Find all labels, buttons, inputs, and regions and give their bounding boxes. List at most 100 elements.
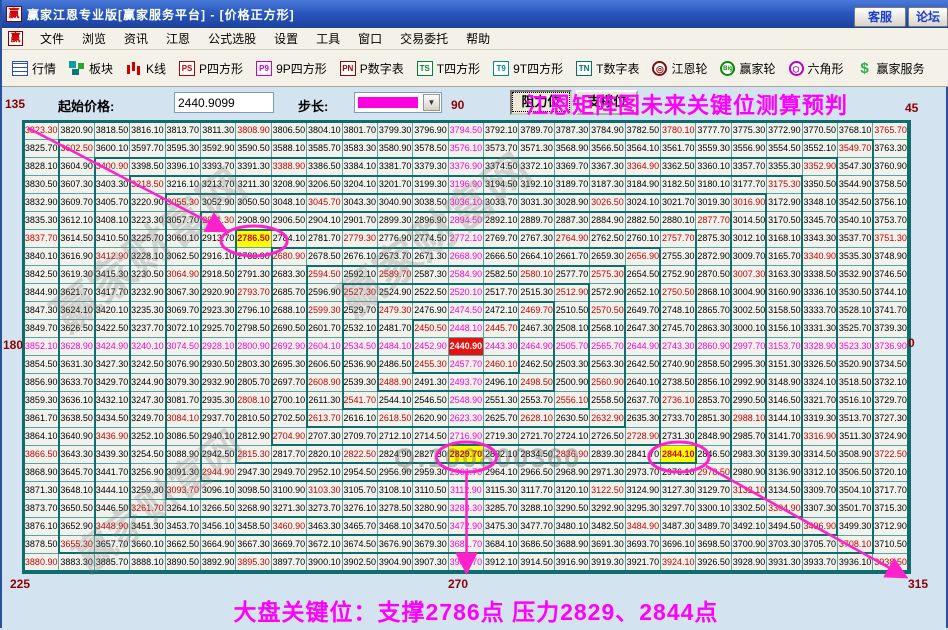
gann-price-square[interactable]: 3823.303820.903818.503816.103813.703811.… <box>22 120 911 574</box>
matrix-cell: 2587.30 <box>413 266 448 284</box>
matrix-cell: 2851.30 <box>696 410 731 428</box>
matrix-cell: 3686.50 <box>519 536 554 554</box>
matrix-cell: 3280.90 <box>413 500 448 518</box>
matrix-cell: 3852.10 <box>24 338 59 356</box>
toolbar-button-行情[interactable]: 行情 <box>12 60 56 77</box>
menu-item-帮助[interactable]: 帮助 <box>457 27 499 50</box>
toolbar-button-P四方形[interactable]: PSP四方形 <box>179 60 243 77</box>
forum-button[interactable]: 论坛 <box>908 7 948 27</box>
matrix-cell: 2678.50 <box>307 248 342 266</box>
matrix-cell: 2532.10 <box>343 320 378 338</box>
matrix-cell: 3832.90 <box>24 194 59 212</box>
matrix-cell: 3477.70 <box>519 518 554 536</box>
matrix-cell: 2618.50 <box>378 410 413 428</box>
toolbar-button-K线[interactable]: K线 <box>126 60 166 77</box>
toolbar-button-T数字表[interactable]: TNT数字表 <box>576 60 639 77</box>
toolbar-button-江恩轮[interactable]: ◎江恩轮 <box>652 60 707 77</box>
matrix-cell: 3290.50 <box>555 500 590 518</box>
matrix-cell: 3127.30 <box>661 482 696 500</box>
matrix-cell: 3088.90 <box>166 446 201 464</box>
menu-item-交易委托[interactable]: 交易委托 <box>391 27 457 50</box>
matrix-cell: 3811.30 <box>201 122 236 140</box>
toolbar-button-赢家轮[interactable]: Big赢家轮 <box>720 60 775 77</box>
center-cell: 2440.90 <box>449 338 484 356</box>
matrix-cell: 3153.70 <box>767 338 802 356</box>
matrix-cell: 3787.30 <box>555 122 590 140</box>
matrix-cell: 2908.90 <box>236 212 271 230</box>
matrix-cell: 3266.50 <box>201 500 236 518</box>
matrix-cell: 3410.50 <box>95 230 130 248</box>
matrix-cell: 2865.70 <box>696 302 731 320</box>
matrix-cell: 2625.70 <box>484 410 519 428</box>
toolbar-button-赢家服务[interactable]: $赢家服务 <box>857 60 925 77</box>
matrix-cell: 3386.50 <box>307 158 342 176</box>
menu-item-文件[interactable]: 文件 <box>31 27 73 50</box>
matrix-cell: 3777.70 <box>696 122 731 140</box>
matrix-cell: 3316.90 <box>803 428 838 446</box>
menu-bar: 赢 文件浏览资讯江恩公式选股设置工具窗口交易委托帮助 <box>2 28 948 50</box>
matrix-cell: 3612.10 <box>59 212 94 230</box>
customer-service-button[interactable]: 客服 <box>854 7 906 27</box>
matrix-cell: 2887.30 <box>555 212 590 230</box>
matrix-cell: 3885.70 <box>95 554 130 572</box>
matrix-cell: 3619.30 <box>59 266 94 284</box>
matrix-cell: 2928.10 <box>201 338 236 356</box>
toolbar-button-9P四方形[interactable]: P99P四方形 <box>256 60 327 77</box>
matrix-cell: 2774.50 <box>413 230 448 248</box>
start-price-input[interactable] <box>174 92 274 113</box>
matrix-cell: 3475.30 <box>484 518 519 536</box>
toolbar-button-P数字表[interactable]: PNP数字表 <box>340 60 404 77</box>
menu-item-浏览[interactable]: 浏览 <box>73 27 115 50</box>
matrix-cell: 2539.30 <box>343 374 378 392</box>
matrix-cell: 3456.10 <box>201 518 236 536</box>
matrix-cell: 3276.10 <box>343 500 378 518</box>
matrix-cell: 3926.50 <box>696 554 731 572</box>
9p-square-icon: P9 <box>256 61 272 76</box>
menu-item-工具[interactable]: 工具 <box>307 27 349 50</box>
toolbar-button-板块[interactable]: 板块 <box>69 60 113 77</box>
toolbar-button-T四方形[interactable]: TST四方形 <box>417 60 480 77</box>
matrix-cell: 3326.50 <box>803 356 838 374</box>
matrix-cell: 3098.50 <box>236 482 271 500</box>
matrix-cell: 3177.70 <box>732 176 767 194</box>
matrix-cell: 2690.50 <box>272 320 307 338</box>
matrix-cell: 2990.50 <box>732 392 767 410</box>
menu-item-资讯[interactable]: 资讯 <box>115 27 157 50</box>
matrix-cell: 2707.30 <box>307 428 342 446</box>
matrix-cell: 3139.30 <box>767 446 802 464</box>
matrix-cell: 3705.70 <box>803 536 838 554</box>
matrix-cell: 3715.30 <box>873 500 908 518</box>
matrix-cell: 3890.50 <box>166 554 201 572</box>
matrix-cell: 2846.50 <box>696 446 731 464</box>
menu-item-设置[interactable]: 设置 <box>265 27 307 50</box>
matrix-cell: 2834.50 <box>519 446 554 464</box>
menu-item-窗口[interactable]: 窗口 <box>349 27 391 50</box>
matrix-cell: 3384.10 <box>343 158 378 176</box>
matrix-cell: 3799.30 <box>378 122 413 140</box>
chevron-down-icon[interactable]: ▼ <box>423 94 440 111</box>
matrix-cell: 3662.50 <box>166 536 201 554</box>
toolbar-button-六角形[interactable]: ⬡六角形 <box>789 60 844 77</box>
matrix-cell: 2486.50 <box>378 356 413 374</box>
matrix-cell: 3784.90 <box>590 122 625 140</box>
matrix-cell: 3856.90 <box>24 374 59 392</box>
matrix-cell: 3592.90 <box>201 140 236 158</box>
matrix-cell: 3199.30 <box>413 176 448 194</box>
quotes-table-icon <box>12 61 28 76</box>
matrix-cell: 2496.10 <box>484 374 519 392</box>
matrix-cell: 3691.30 <box>590 536 625 554</box>
matrix-cell: 2570.50 <box>590 302 625 320</box>
matrix-cell: 2445.70 <box>484 320 519 338</box>
menu-item-江恩[interactable]: 江恩 <box>157 27 199 50</box>
matrix-cell: 2980.90 <box>732 464 767 482</box>
matrix-cell: 3336.10 <box>803 284 838 302</box>
matrix-cell: 3614.50 <box>59 230 94 248</box>
step-dropdown[interactable]: ▼ <box>354 92 442 113</box>
matrix-cell: 3484.90 <box>626 518 661 536</box>
matrix-cell: 2589.70 <box>378 266 413 284</box>
matrix-cell: 3919.30 <box>590 554 625 572</box>
matrix-cell: 3796.90 <box>413 122 448 140</box>
toolbar-button-9T四方形[interactable]: T99T四方形 <box>493 60 563 77</box>
matrix-cell: 2553.70 <box>519 392 554 410</box>
menu-item-公式选股[interactable]: 公式选股 <box>199 27 265 50</box>
